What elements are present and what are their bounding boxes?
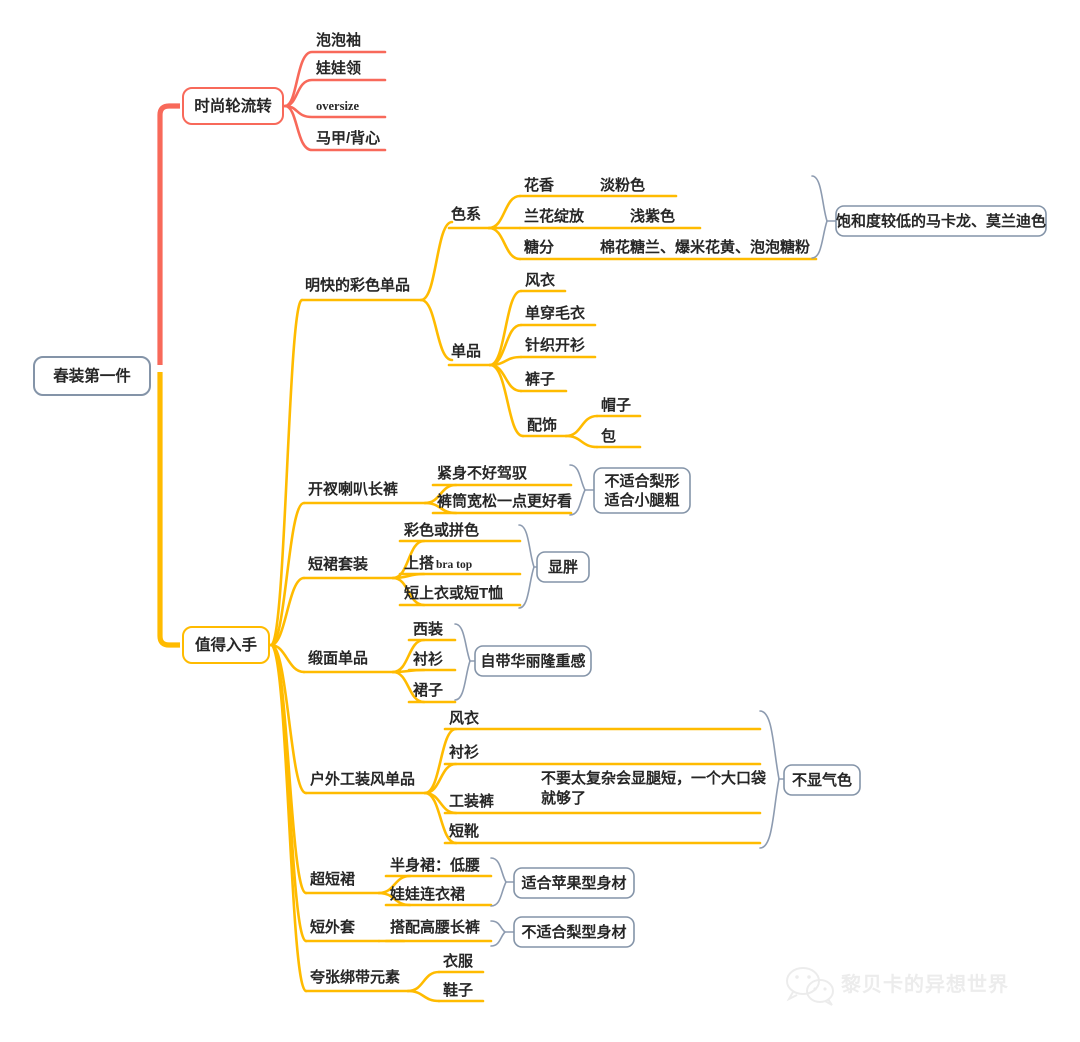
note-flare-pants-line1: 不适合梨形 xyxy=(604,472,679,490)
bracket-flare-pants xyxy=(569,464,586,516)
leaf-bag: 包 xyxy=(601,427,616,445)
branch-fashion-cycle[interactable]: 时尚轮流转 xyxy=(182,87,284,125)
edge-sugar xyxy=(487,226,522,261)
branch-worth-buying-label: 值得入手 xyxy=(195,635,258,654)
note-short-jacket: 不适合梨型身材 xyxy=(513,916,635,948)
leaf-flower-fragrance-value: 淡粉色 xyxy=(600,176,645,194)
leaf-knit-cardigan: 针织开衫 xyxy=(525,336,585,354)
leaf-doll-collar: 娃娃领 xyxy=(315,59,361,77)
leaf-oversize: oversize xyxy=(316,99,359,113)
edge-flower-fragrance xyxy=(487,194,522,230)
leaf-shirt-1: 衬衫 xyxy=(413,650,443,668)
bracket-mini-skirt xyxy=(490,857,507,907)
leaf-orchid-bloom: 兰花绽放 xyxy=(524,207,585,225)
edge-accessories xyxy=(488,363,525,438)
leaf-shirt-2: 衬衫 xyxy=(449,743,479,761)
node-mini-skirt: 超短裙 xyxy=(309,870,355,888)
note-mini-skirt-text: 适合苹果型身材 xyxy=(521,874,626,892)
trunk-orange xyxy=(157,372,180,648)
note-outdoor-items-text: 不显气色 xyxy=(792,771,852,789)
node-flare-pants: 开衩喇叭长裤 xyxy=(308,480,398,498)
bracket-short-jacket xyxy=(490,920,507,947)
leaf-cargo-pants-note-line2: 就够了 xyxy=(541,789,586,807)
note-color-family-text: 饱和度较低的马卡龙、莫兰迪色 xyxy=(836,212,1046,230)
leaf-clothes: 衣服 xyxy=(443,952,474,970)
edge-pants xyxy=(488,363,523,393)
leaf-puff-sleeve: 泡泡袖 xyxy=(316,31,361,49)
leaf-tight-hard: 紧身不好驾驭 xyxy=(437,464,527,482)
leaf-high-waist-pants: 搭配高腰长裤 xyxy=(390,918,480,936)
watermark-text: 黎贝卡的异想世界 xyxy=(841,972,1009,996)
leaf-flower-fragrance: 花香 xyxy=(524,176,554,194)
node-strap-element: 夸张绑带元素 xyxy=(310,968,400,986)
trunk-red xyxy=(157,103,180,365)
node-color-family: 色系 xyxy=(451,205,481,223)
note-mini-skirt: 适合苹果型身材 xyxy=(513,867,635,899)
watermark: 黎贝卡的异想世界 xyxy=(786,967,1009,1006)
note-skirt-suit: 显胖 xyxy=(536,551,590,583)
leaf-loose-better: 裤筒宽松一点更好看 xyxy=(437,492,572,510)
leaf-ankle-boots: 短靴 xyxy=(449,822,479,840)
bracket-satin-items xyxy=(454,623,471,701)
node-single-items: 单品 xyxy=(451,342,481,360)
leaf-vest: 马甲/背心 xyxy=(316,129,380,147)
edge-single-items xyxy=(419,298,454,362)
edge-trench-coat-1 xyxy=(488,289,523,367)
note-skirt-suit-text: 显胖 xyxy=(548,558,578,576)
leaf-trench-coat-1: 风衣 xyxy=(525,271,555,289)
note-flare-pants: 不适合梨形 适合小腿粗 xyxy=(593,467,691,514)
node-accessories: 配饰 xyxy=(527,416,557,434)
node-outdoor-items: 户外工装风单品 xyxy=(310,770,415,788)
leaf-suit: 西装 xyxy=(413,620,444,638)
leaf-color-or-block: 彩色或拼色 xyxy=(403,521,479,539)
edge-hat xyxy=(564,414,599,438)
node-skirt-suit: 短裙套装 xyxy=(308,555,369,573)
edge-shirt-2 xyxy=(423,762,458,795)
leaf-orchid-bloom-value: 浅紫色 xyxy=(630,207,675,225)
leaf-cargo-pants-note-line1: 不要太复杂会显腿短，一个大口袋 xyxy=(541,769,767,787)
root-node[interactable]: 春装第一件 xyxy=(33,356,151,396)
leaf-sugar-value: 棉花糖兰、爆米花黄、泡泡糖粉 xyxy=(600,238,810,256)
leaf-shoes: 鞋子 xyxy=(443,981,473,999)
branch-fashion-cycle-label: 时尚轮流转 xyxy=(194,96,272,115)
node-colorful-items: 明快的彩色单品 xyxy=(305,276,410,294)
leaf-crop-top: 短上衣或短T恤 xyxy=(404,584,503,602)
leaf-skirt: 裙子 xyxy=(413,681,443,699)
leaf-pants: 裤子 xyxy=(525,370,555,388)
leaf-trench-coat-2: 风衣 xyxy=(449,709,479,727)
branch-worth-buying[interactable]: 值得入手 xyxy=(182,626,270,664)
node-satin-items: 缎面单品 xyxy=(308,649,368,667)
edge-shoes xyxy=(406,989,441,1003)
edge-to-strap-element xyxy=(269,643,308,993)
note-flare-pants-line2: 适合小腿粗 xyxy=(604,491,679,509)
edge-trench-coat-2 xyxy=(423,727,458,795)
root-node-label: 春装第一件 xyxy=(52,366,131,385)
leaf-bra-top-en: bra top xyxy=(436,559,472,571)
note-outdoor-items: 不显气色 xyxy=(783,764,861,796)
edge-to-colorful-items xyxy=(269,298,304,647)
note-color-family: 饱和度较低的马卡龙、莫兰迪色 xyxy=(835,205,1047,237)
node-short-jacket: 短外套 xyxy=(310,918,356,936)
edge-color-family xyxy=(419,220,454,302)
leaf-doll-dress: 娃娃连衣裙 xyxy=(389,885,465,903)
bracket-skirt-suit xyxy=(518,524,535,609)
note-satin-items-text: 自带华丽隆重感 xyxy=(480,652,585,670)
leaf-sweater: 单穿毛衣 xyxy=(525,304,585,322)
wechat-icon xyxy=(786,967,834,1006)
edge-clothes xyxy=(406,970,441,993)
leaf-bra-top-cn: 上搭 xyxy=(404,554,434,572)
edge-bag xyxy=(564,434,599,449)
leaf-hat: 帽子 xyxy=(601,396,631,414)
leaf-bra-top: 上搭 bra top xyxy=(404,554,472,572)
note-short-jacket-text: 不适合梨型身材 xyxy=(521,923,626,941)
leaf-low-waist-skirt: 半身裙：低腰 xyxy=(390,856,480,874)
note-satin-items: 自带华丽隆重感 xyxy=(474,645,592,677)
bracket-color-family xyxy=(811,175,828,259)
mind-map-canvas: 春装第一件 时尚轮流转 泡泡袖 娃娃领 oversize 马甲/背心 值得入手 … xyxy=(33,31,1047,1006)
leaf-cargo-pants: 工装裤 xyxy=(449,792,494,810)
leaf-sugar: 糖分 xyxy=(524,238,554,256)
